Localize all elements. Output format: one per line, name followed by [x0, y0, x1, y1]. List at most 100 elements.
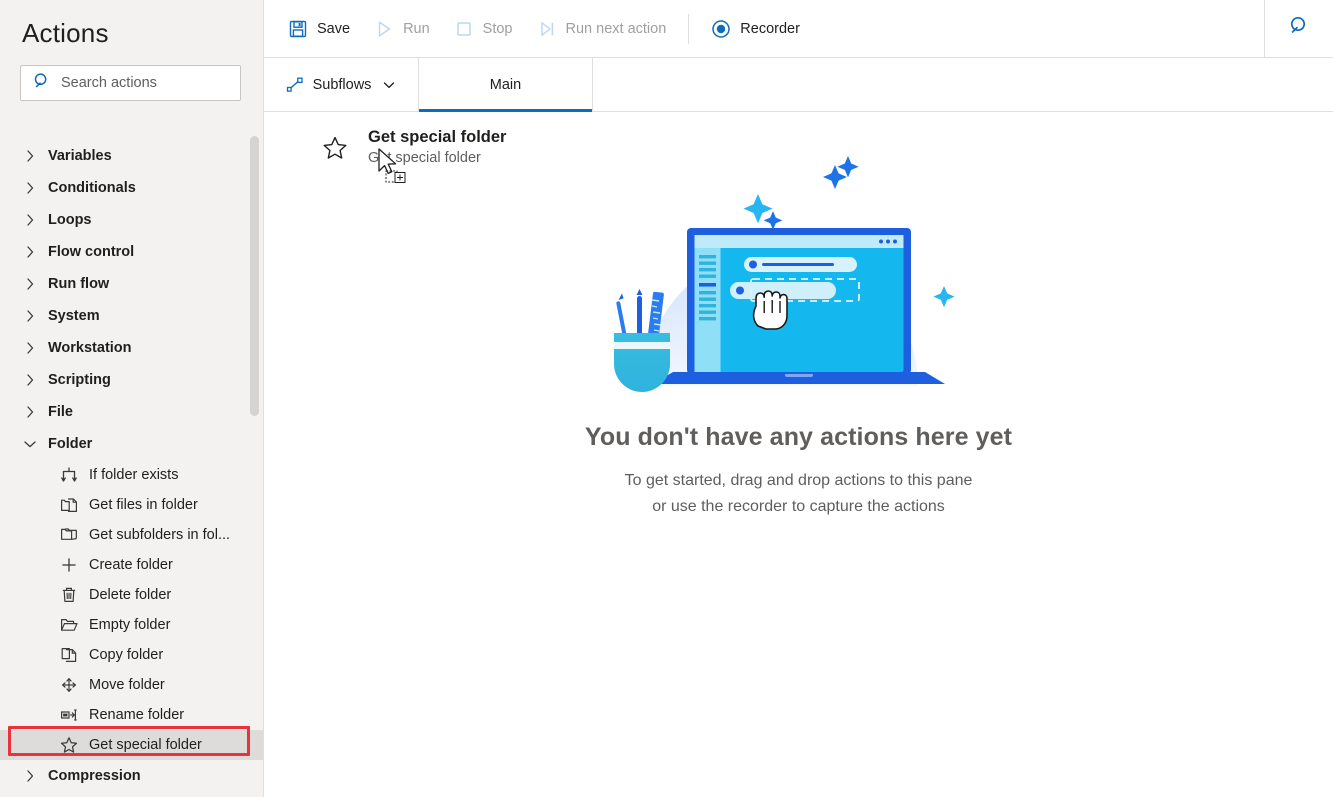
- chevron-right-icon: [22, 212, 38, 228]
- empty-state-line-1: To get started, drag and drop actions to…: [624, 472, 973, 489]
- subflows-dropdown[interactable]: Subflows: [264, 58, 419, 111]
- sidebar-action-move-folder[interactable]: Move folder: [0, 670, 263, 700]
- subflows-label: Subflows: [312, 76, 372, 93]
- play-icon: [374, 19, 394, 39]
- sidebar-scrollbar-thumb[interactable]: [250, 136, 259, 416]
- stop-square-icon: [454, 19, 474, 39]
- chevron-right-icon: [22, 768, 38, 784]
- chevron-right-icon: [22, 372, 38, 388]
- sidebar-action-get-subfolders-in-fol[interactable]: Get subfolders in fol...: [0, 520, 263, 550]
- sidebar-action-copy-folder[interactable]: Copy folder: [0, 640, 263, 670]
- sidebar-category-scripting[interactable]: Scripting: [0, 364, 263, 396]
- sidebar-action-delete-folder[interactable]: Delete folder: [0, 580, 263, 610]
- app-root: Actions Variables Conditionals Loops Flow c…: [0, 0, 1333, 797]
- stop-button[interactable]: Stop: [442, 9, 525, 49]
- stop-label: Stop: [482, 20, 513, 37]
- chevron-down-icon: [382, 78, 396, 92]
- sidebar-action-label: Create folder: [89, 557, 173, 573]
- sidebar-action-label: Copy folder: [89, 647, 164, 663]
- tab-main[interactable]: Main: [419, 58, 593, 112]
- subflow-tab-bar: Subflows Main: [264, 58, 1333, 112]
- chevron-right-icon: [22, 148, 38, 164]
- empty-state-line-2: or use the recorder to capture the actio…: [652, 497, 945, 515]
- step-over-icon: [537, 19, 557, 39]
- sidebar-category-compression[interactable]: Compression: [0, 760, 263, 792]
- sidebar-category-label: System: [48, 308, 100, 324]
- actions-tree: Variables Conditionals Loops Flow control Ru…: [0, 133, 263, 797]
- sidebar-action-get-special-folder[interactable]: Get special folder: [0, 730, 263, 760]
- folder-file-icon: [60, 496, 78, 514]
- chevron-down-icon: [22, 436, 38, 452]
- sidebar-category-run-flow[interactable]: Run flow: [0, 268, 263, 300]
- sidebar-action-label: Get special folder: [89, 737, 202, 753]
- sidebar-category-label: Scripting: [48, 372, 111, 388]
- recorder-button[interactable]: Recorder: [699, 9, 812, 49]
- sidebar-category-folder[interactable]: Folder: [0, 428, 263, 460]
- chevron-right-icon: [22, 308, 38, 324]
- sidebar-category-conditionals[interactable]: Conditionals: [0, 172, 263, 204]
- empty-state: You don't have any actions here yet To g…: [264, 112, 1333, 519]
- chevron-right-icon: [22, 276, 38, 292]
- rename-icon: [60, 706, 78, 724]
- sidebar-category-label: Loops: [48, 212, 92, 228]
- sidebar-action-label: Get subfolders in fol...: [89, 527, 231, 543]
- sidebar-category-label: Workstation: [48, 340, 132, 356]
- run-label: Run: [403, 20, 430, 37]
- sidebar-category-label: Variables: [48, 148, 112, 164]
- sidebar-scrollbar[interactable]: [250, 133, 259, 537]
- sidebar-action-label: Move folder: [89, 677, 165, 693]
- actions-sidebar: Actions Variables Conditionals Loops Flow c…: [0, 0, 264, 797]
- sidebar-action-label: Rename folder: [89, 707, 185, 723]
- chevron-right-icon: [22, 180, 38, 196]
- sidebar-category-label: Run flow: [48, 276, 110, 292]
- toolbar-search-button[interactable]: [1264, 0, 1333, 57]
- empty-state-title: You don't have any actions here yet: [584, 423, 1013, 451]
- plus-icon: [60, 556, 78, 574]
- sidebar-action-label: If folder exists: [89, 467, 179, 483]
- search-actions-box[interactable]: [20, 65, 241, 101]
- sidebar-category-label: Conditionals: [48, 180, 136, 196]
- star-icon: [322, 135, 348, 161]
- dragged-action-preview: Get special folder Get special folder: [322, 126, 506, 169]
- search-icon: [1287, 14, 1311, 43]
- sidebar-action-label: Empty folder: [89, 617, 171, 633]
- search-input[interactable]: [61, 75, 232, 91]
- tab-main-label: Main: [489, 76, 522, 93]
- sidebar-action-label: Delete folder: [89, 587, 172, 603]
- sidebar-action-empty-folder[interactable]: Empty folder: [0, 610, 263, 640]
- sidebar-category-label: Folder: [48, 436, 93, 452]
- flow-canvas[interactable]: You don't have any actions here yet To g…: [264, 112, 1333, 797]
- sidebar-category-variables[interactable]: Variables: [0, 140, 263, 172]
- sidebar-category-loops[interactable]: Loops: [0, 204, 263, 236]
- sidebar-category-label: Compression: [48, 768, 141, 784]
- page-title: Actions: [22, 18, 109, 48]
- sidebar-category-file[interactable]: File: [0, 396, 263, 428]
- run-next-action-label: Run next action: [565, 20, 667, 37]
- move-arrows-icon: [60, 676, 78, 694]
- sidebar-action-if-folder-exists[interactable]: If folder exists: [0, 460, 263, 490]
- copy-icon: [60, 646, 78, 664]
- save-label: Save: [317, 20, 351, 37]
- folder-stack-icon: [60, 526, 78, 544]
- record-circle-icon: [711, 19, 731, 39]
- run-next-action-button[interactable]: Run next action: [525, 9, 679, 49]
- sidebar-action-get-files-in-folder[interactable]: Get files in folder: [0, 490, 263, 520]
- sidebar-action-rename-folder[interactable]: Rename folder: [0, 700, 263, 730]
- chevron-right-icon: [22, 404, 38, 420]
- sidebar-action-label: Get files in folder: [89, 497, 198, 513]
- trash-icon: [60, 586, 78, 604]
- sidebar-category-system[interactable]: System: [0, 300, 263, 332]
- save-button[interactable]: Save: [276, 9, 362, 49]
- run-button[interactable]: Run: [362, 9, 442, 49]
- sidebar-category-flow-control[interactable]: Flow control: [0, 236, 263, 268]
- empty-state-subtitle: To get started, drag and drop actions to…: [625, 468, 973, 519]
- sidebar-action-create-folder[interactable]: Create folder: [0, 550, 263, 580]
- subflow-icon: [286, 76, 304, 94]
- sidebar-category-label: File: [48, 404, 73, 420]
- toolbar-divider: [688, 13, 690, 44]
- star-icon: [60, 736, 78, 754]
- sidebar-category-label: Flow control: [48, 244, 135, 260]
- main-toolbar: Save Run Stop Run next action Recorder: [264, 0, 1333, 58]
- sidebar-category-workstation[interactable]: Workstation: [0, 332, 263, 364]
- branch-icon: [60, 466, 78, 484]
